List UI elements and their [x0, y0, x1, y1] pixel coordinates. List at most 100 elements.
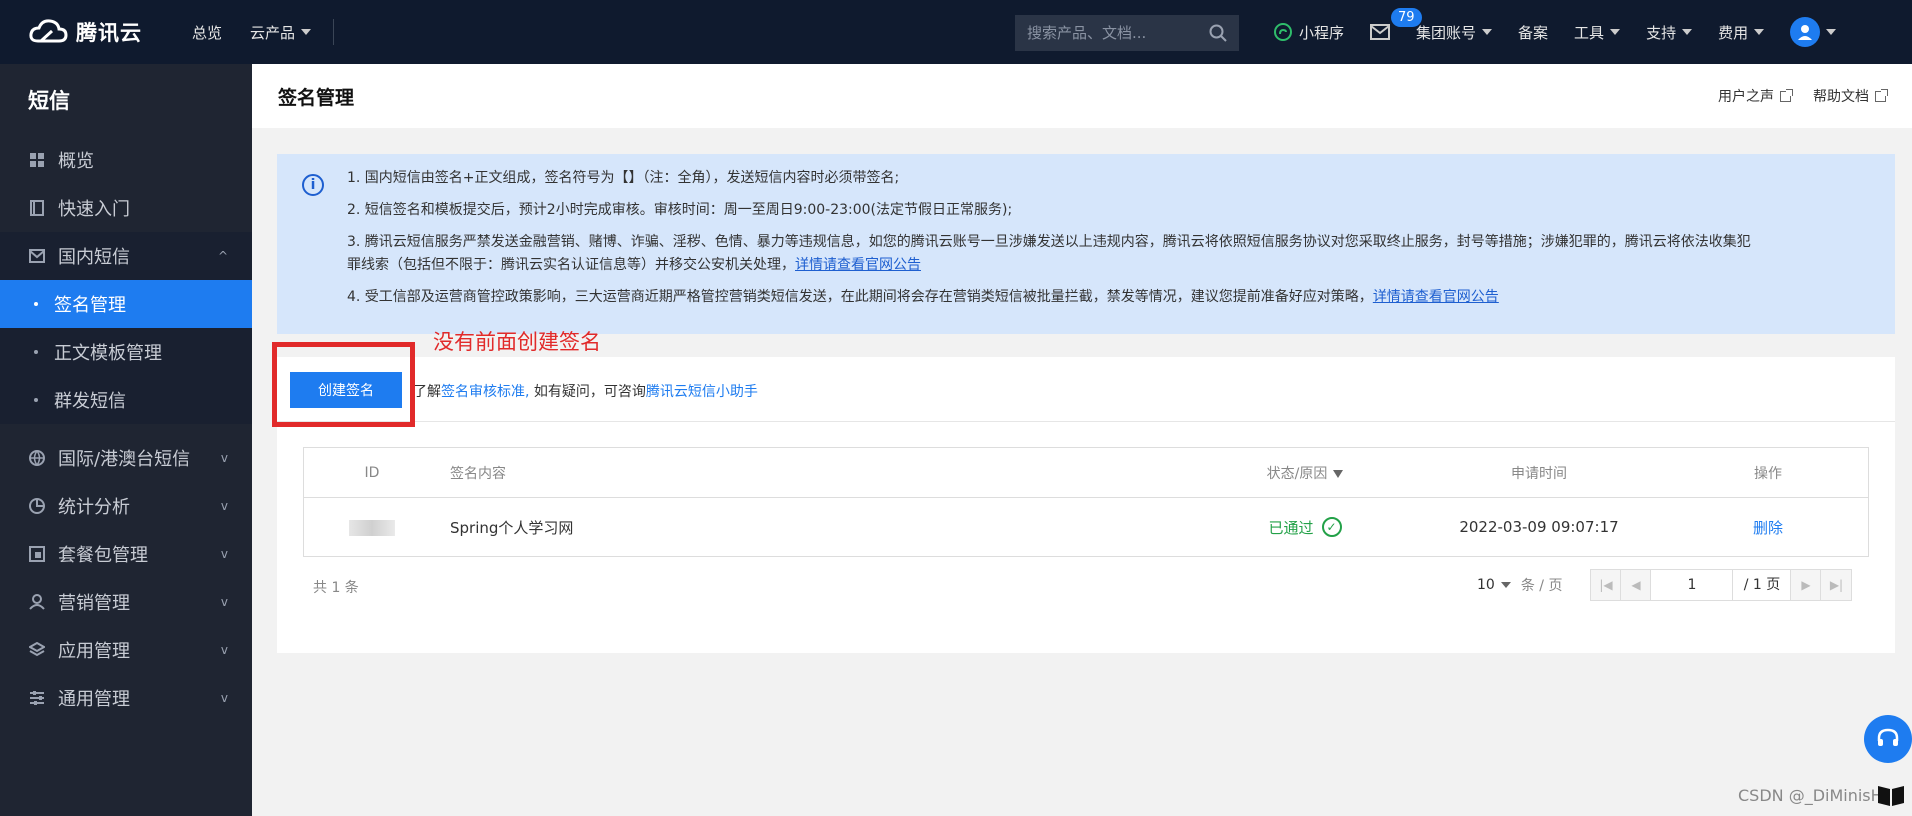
caret-down-icon: [1610, 29, 1621, 35]
sidebar-item-overview[interactable]: 概览: [0, 136, 252, 184]
chevron-down-icon: v: [220, 547, 228, 561]
headset-icon: [1877, 728, 1899, 746]
bullet-icon: [34, 398, 38, 402]
sidebar-item-quickstart[interactable]: 快速入门: [0, 184, 252, 232]
sidebar-item-statistics[interactable]: 统计分析 v: [0, 482, 252, 530]
page-size-select[interactable]: 10: [1477, 577, 1511, 593]
book-icon[interactable]: [1876, 782, 1906, 808]
pagination: 10 条 / 页 |◀ ◀ / 1 页 ▶ ▶|: [1477, 569, 1853, 601]
sidebar-title: 短信: [28, 89, 70, 113]
layers-icon: [28, 641, 46, 659]
status-label: 已通过: [1268, 518, 1314, 537]
sidebar-item-general[interactable]: 通用管理 v: [0, 674, 252, 722]
delete-link[interactable]: 删除: [1753, 519, 1783, 537]
caret-down-icon: [1500, 582, 1511, 588]
brand-name: 腾讯云: [76, 21, 142, 45]
notice-line-text: 罪线索（包括但不限于：腾讯云实名认证信息等）并移交公安机关处理，: [347, 257, 795, 273]
user-voice-link[interactable]: 用户之声: [1718, 86, 1793, 106]
sidebar-item-label: 国际/港澳台短信: [58, 449, 191, 470]
notice-line: 3. 腾讯云短信服务严禁发送金融营销、赌博、诈骗、淫秽、色情、暴力等违规信息，如…: [347, 234, 1751, 250]
brand-logo[interactable]: 腾讯云: [28, 17, 178, 47]
caret-down-icon: [1682, 29, 1693, 35]
caret-down-icon: [1482, 29, 1493, 35]
filter-icon[interactable]: [1333, 469, 1344, 478]
nav-miniprogram-label: 小程序: [1299, 23, 1345, 42]
sidebar-item-apps[interactable]: 应用管理 v: [0, 626, 252, 674]
external-link-icon: [1780, 88, 1793, 102]
cell-content: Spring个人学习网: [450, 518, 574, 537]
search-icon[interactable]: [1209, 24, 1227, 42]
nav-overview[interactable]: 总览: [178, 0, 236, 64]
total-count: 共 1 条: [313, 580, 359, 596]
col-status[interactable]: 状态/原因: [1200, 463, 1410, 483]
sidebar-item-template[interactable]: 正文模板管理: [0, 328, 252, 376]
sms-assistant-link[interactable]: 腾讯云短信小助手: [646, 384, 758, 400]
globe-icon: [28, 449, 46, 467]
chevron-down-icon: v: [220, 451, 228, 465]
sidebar-item-packages[interactable]: 套餐包管理 v: [0, 530, 252, 578]
nav-products[interactable]: 云产品: [236, 0, 325, 64]
cloud-logo-icon: [29, 19, 68, 43]
nav-support[interactable]: 支持: [1633, 0, 1705, 64]
sidebar: 短信 概览 快速入门 国内短信 ^ 签名管理 正文模板管理 群发短信 国际/港澳…: [0, 64, 252, 816]
nav-icp[interactable]: 备案: [1505, 0, 1561, 64]
signature-panel: 创建签名 了解签名审核标准, 如有疑问，可咨询腾讯云短信小助手 ID 签名内容 …: [277, 357, 1895, 653]
search-input[interactable]: [1027, 24, 1197, 42]
page-size-value: 10: [1477, 577, 1495, 593]
sidebar-item-label: 通用管理: [58, 689, 130, 710]
external-link-icon: [1875, 88, 1888, 102]
nav-user[interactable]: [1777, 0, 1849, 64]
notice-line: 2. 短信签名和模板提交后，预计2小时完成审核。审核时间：周一至周日9:00-2…: [347, 202, 1013, 218]
nav-tools[interactable]: 工具: [1561, 0, 1633, 64]
sidebar-item-international[interactable]: 国际/港澳台短信 v: [0, 434, 252, 482]
hint-prefix: 了解: [413, 384, 441, 400]
last-page-icon[interactable]: ▶|: [1821, 570, 1852, 600]
nav-billing[interactable]: 费用: [1705, 0, 1777, 64]
mail-icon: [1370, 24, 1391, 40]
first-page-icon[interactable]: |◀: [1591, 570, 1622, 600]
sliders-icon: [28, 689, 46, 707]
sidebar-item-signature[interactable]: 签名管理: [0, 280, 252, 328]
prev-page-icon[interactable]: ◀: [1621, 570, 1652, 600]
col-status-label: 状态/原因: [1266, 465, 1328, 482]
next-page-icon[interactable]: ▶: [1791, 570, 1822, 600]
chevron-down-icon: v: [220, 643, 228, 657]
cell-id: [304, 518, 440, 536]
review-standard-link[interactable]: 签名审核标准,: [441, 384, 529, 400]
notice-link[interactable]: 详情请查看官网公告: [795, 257, 921, 273]
sidebar-group-domestic: 国内短信 ^ 签名管理 正文模板管理 群发短信: [0, 232, 252, 424]
sidebar-item-domestic-sms[interactable]: 国内短信 ^: [0, 232, 252, 280]
col-id: ID: [364, 464, 380, 481]
sidebar-item-label: 签名管理: [54, 295, 126, 316]
notice-line: 4. 受工信部及运营商管控政策影响，三大运营商近期严格管控营销类短信发送，在此期…: [347, 289, 1875, 306]
sidebar-item-bulk-sms[interactable]: 群发短信: [0, 376, 252, 424]
notice-line: 1. 国内短信由签名+正文组成，签名符号为【】（注：全角），发送短信内容时必须带…: [347, 170, 900, 186]
cell-time: 2022-03-09 09:07:17: [1459, 518, 1619, 536]
col-time: 申请时间: [1511, 465, 1567, 482]
help-docs-label: 帮助文档: [1813, 89, 1869, 105]
page-number-input[interactable]: [1651, 570, 1734, 600]
notice-link[interactable]: 详情请查看官网公告: [1373, 289, 1499, 305]
watermark: CSDN @_DiMinisH: [1738, 786, 1883, 805]
sidebar-item-label: 快速入门: [58, 199, 130, 220]
search-box[interactable]: [1015, 15, 1239, 51]
col-action: 操作: [1754, 465, 1782, 482]
help-docs-link[interactable]: 帮助文档: [1813, 86, 1888, 106]
sidebar-item-marketing[interactable]: 营销管理 v: [0, 578, 252, 626]
notice-line-text: 4. 受工信部及运营商管控政策影响，三大运营商近期严格管控营销类短信发送，在此期…: [347, 289, 1373, 305]
page-header: 签名管理 用户之声 帮助文档: [252, 64, 1912, 128]
nav-support-label: 支持: [1646, 23, 1677, 42]
support-chat-button[interactable]: [1864, 715, 1912, 763]
cell-action: 删除: [1668, 517, 1868, 538]
nav-tools-label: 工具: [1574, 23, 1605, 42]
divider: [277, 421, 1895, 422]
nav-miniprogram[interactable]: 小程序: [1260, 0, 1357, 64]
table-header: ID 签名内容 状态/原因 申请时间 操作: [304, 448, 1868, 498]
annotation-box: [272, 342, 415, 427]
table-row: Spring个人学习网 已通过 ✓ 2022-03-09 09:07:17 删除: [304, 498, 1868, 556]
nav-divider: [333, 19, 335, 45]
top-navbar: 腾讯云 总览 云产品 小程序 79 集团账号 备案 工具 支持: [0, 0, 1912, 64]
caret-down-icon: [1754, 29, 1765, 35]
avatar: [1790, 17, 1821, 47]
